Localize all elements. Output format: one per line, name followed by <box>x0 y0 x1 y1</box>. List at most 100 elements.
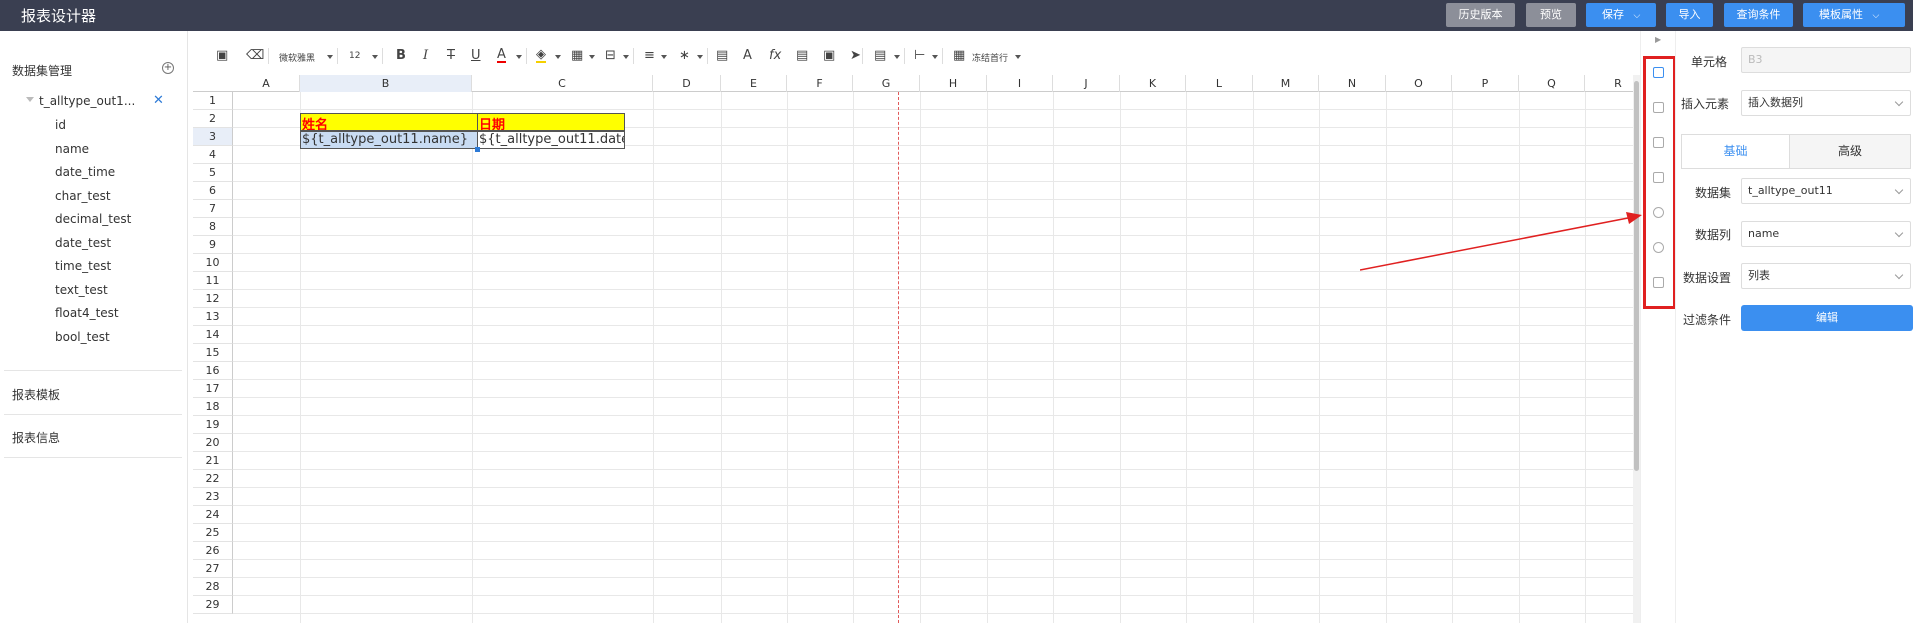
column-header[interactable]: M <box>1253 75 1319 92</box>
cell-b3[interactable]: ${t_alltype_out11.name} <box>300 131 478 149</box>
field-item[interactable]: decimal_test <box>55 212 131 226</box>
preview-button[interactable]: 预览 <box>1526 3 1576 27</box>
edit-filter-button[interactable]: 编辑 <box>1741 305 1913 331</box>
strikethrough-icon[interactable]: T <box>447 48 455 63</box>
column-header[interactable]: A <box>233 75 300 92</box>
row-header[interactable]: 23 <box>193 488 233 506</box>
row-header[interactable]: 6 <box>193 182 233 200</box>
field-item[interactable]: id <box>55 118 66 132</box>
collapse-arrow-icon[interactable]: ▶ <box>1655 35 1661 44</box>
column-header[interactable]: N <box>1319 75 1386 92</box>
field-item[interactable]: date_test <box>55 236 111 250</box>
row-header[interactable]: 20 <box>193 434 233 452</box>
image-icon[interactable]: ▣ <box>823 48 835 63</box>
bold-icon[interactable]: B <box>396 48 406 63</box>
field-item[interactable]: date_time <box>55 165 115 179</box>
query-conditions-button[interactable]: 查询条件 <box>1724 3 1793 27</box>
font-size-select[interactable]: 12 <box>349 51 360 61</box>
column-header[interactable]: G <box>853 75 920 92</box>
row-header[interactable]: 17 <box>193 380 233 398</box>
row-header[interactable]: 24 <box>193 506 233 524</box>
field-item[interactable]: float4_test <box>55 306 119 320</box>
row-header[interactable]: 12 <box>193 290 233 308</box>
column-header[interactable]: Q <box>1519 75 1585 92</box>
row-header[interactable]: 26 <box>193 542 233 560</box>
row-header[interactable]: 13 <box>193 308 233 326</box>
fill-color-icon[interactable]: ◈ <box>536 48 546 63</box>
fill-handle[interactable] <box>475 147 480 152</box>
row-header[interactable]: 28 <box>193 578 233 596</box>
comment-icon[interactable]: ▤ <box>874 48 886 63</box>
tab-advanced[interactable]: 高级 <box>1789 135 1910 168</box>
row-header[interactable]: 5 <box>193 164 233 182</box>
font-color-icon[interactable]: A <box>497 48 506 63</box>
chart-icon[interactable]: ▤ <box>796 48 808 63</box>
column-header[interactable]: E <box>721 75 787 92</box>
row-header[interactable]: 9 <box>193 236 233 254</box>
insert-element-select[interactable]: 插入数据列 <box>1741 90 1911 116</box>
row-header[interactable]: 2 <box>193 110 233 128</box>
remove-dataset-icon[interactable]: ✕ <box>153 93 164 108</box>
field-item[interactable]: time_test <box>55 259 111 273</box>
tree-expand-icon[interactable] <box>26 97 34 102</box>
border-icon[interactable]: ▦ <box>571 48 583 63</box>
row-header[interactable]: 1 <box>193 92 233 110</box>
spreadsheet-grid[interactable]: ABCDEFGHIJKLMNOPQR 1 2 3 4 5 6 7 8 9 10 11 12 13 14 15… <box>193 75 1634 623</box>
row-header[interactable]: 15 <box>193 344 233 362</box>
row-header[interactable]: 27 <box>193 560 233 578</box>
column-width-icon[interactable]: ⊢ <box>914 48 925 63</box>
row-header[interactable]: 8 <box>193 218 233 236</box>
function-icon[interactable]: fx <box>769 48 781 63</box>
vertical-align-icon[interactable]: ∗ <box>679 48 690 63</box>
cell-b1[interactable] <box>300 92 477 110</box>
column-header[interactable]: O <box>1386 75 1452 92</box>
column-header[interactable]: J <box>1053 75 1120 92</box>
row-header[interactable]: 14 <box>193 326 233 344</box>
align-left-icon[interactable]: ≡ <box>644 48 655 63</box>
save-button[interactable]: 保存 ⌵ <box>1586 3 1656 27</box>
column-header[interactable]: L <box>1186 75 1253 92</box>
column-header[interactable]: I <box>987 75 1053 92</box>
field-item[interactable]: name <box>55 142 89 156</box>
italic-icon[interactable]: I <box>423 48 428 63</box>
column-header[interactable]: R <box>1585 75 1634 92</box>
row-header[interactable]: 7 <box>193 200 233 218</box>
cell-c3[interactable]: ${t_alltype_out11.date_time} <box>477 131 625 149</box>
row-header[interactable]: 25 <box>193 524 233 542</box>
data-column-select[interactable]: name <box>1741 221 1911 247</box>
row-header[interactable]: 21 <box>193 452 233 470</box>
row-header[interactable]: 16 <box>193 362 233 380</box>
freeze-first-row-button[interactable]: 冻结首行 <box>972 51 1008 64</box>
report-info-item[interactable]: 报表信息 <box>12 429 60 446</box>
dataset-node[interactable]: t_alltype_out1... <box>39 94 135 108</box>
send-icon[interactable]: ➤ <box>850 48 861 63</box>
text-style-icon[interactable]: A <box>743 48 752 63</box>
row-header[interactable]: 4 <box>193 146 233 164</box>
import-button[interactable]: 导入 <box>1666 3 1713 27</box>
eraser-icon[interactable]: ⌫ <box>246 48 264 63</box>
row-header[interactable]: 29 <box>193 596 233 614</box>
underline-icon[interactable]: U <box>471 48 481 63</box>
column-header[interactable]: F <box>787 75 853 92</box>
row-header[interactable]: 18 <box>193 398 233 416</box>
column-header[interactable]: H <box>920 75 987 92</box>
history-version-button[interactable]: 历史版本 <box>1446 3 1515 27</box>
column-header[interactable]: K <box>1120 75 1186 92</box>
row-header[interactable]: 11 <box>193 272 233 290</box>
cell-b2[interactable]: 姓名 <box>300 113 478 131</box>
dataset-select[interactable]: t_alltype_out11 <box>1741 178 1911 204</box>
cell-c2[interactable]: 日期 <box>477 113 625 131</box>
data-setting-select[interactable]: 列表 <box>1741 263 1911 289</box>
column-header[interactable]: B <box>300 75 472 92</box>
field-item[interactable]: char_test <box>55 189 111 203</box>
freeze-icon[interactable]: ▦ <box>953 48 965 63</box>
add-dataset-icon[interactable]: + <box>162 62 174 74</box>
column-header[interactable]: C <box>472 75 653 92</box>
field-item[interactable]: text_test <box>55 283 108 297</box>
row-header[interactable]: 3 <box>193 128 233 146</box>
wrap-icon[interactable]: ▤ <box>716 48 728 63</box>
font-family-select[interactable]: 微软雅黑 <box>279 51 315 64</box>
column-header[interactable]: D <box>653 75 721 92</box>
row-header[interactable]: 22 <box>193 470 233 488</box>
format-painter-icon[interactable]: ▣ <box>216 48 228 63</box>
